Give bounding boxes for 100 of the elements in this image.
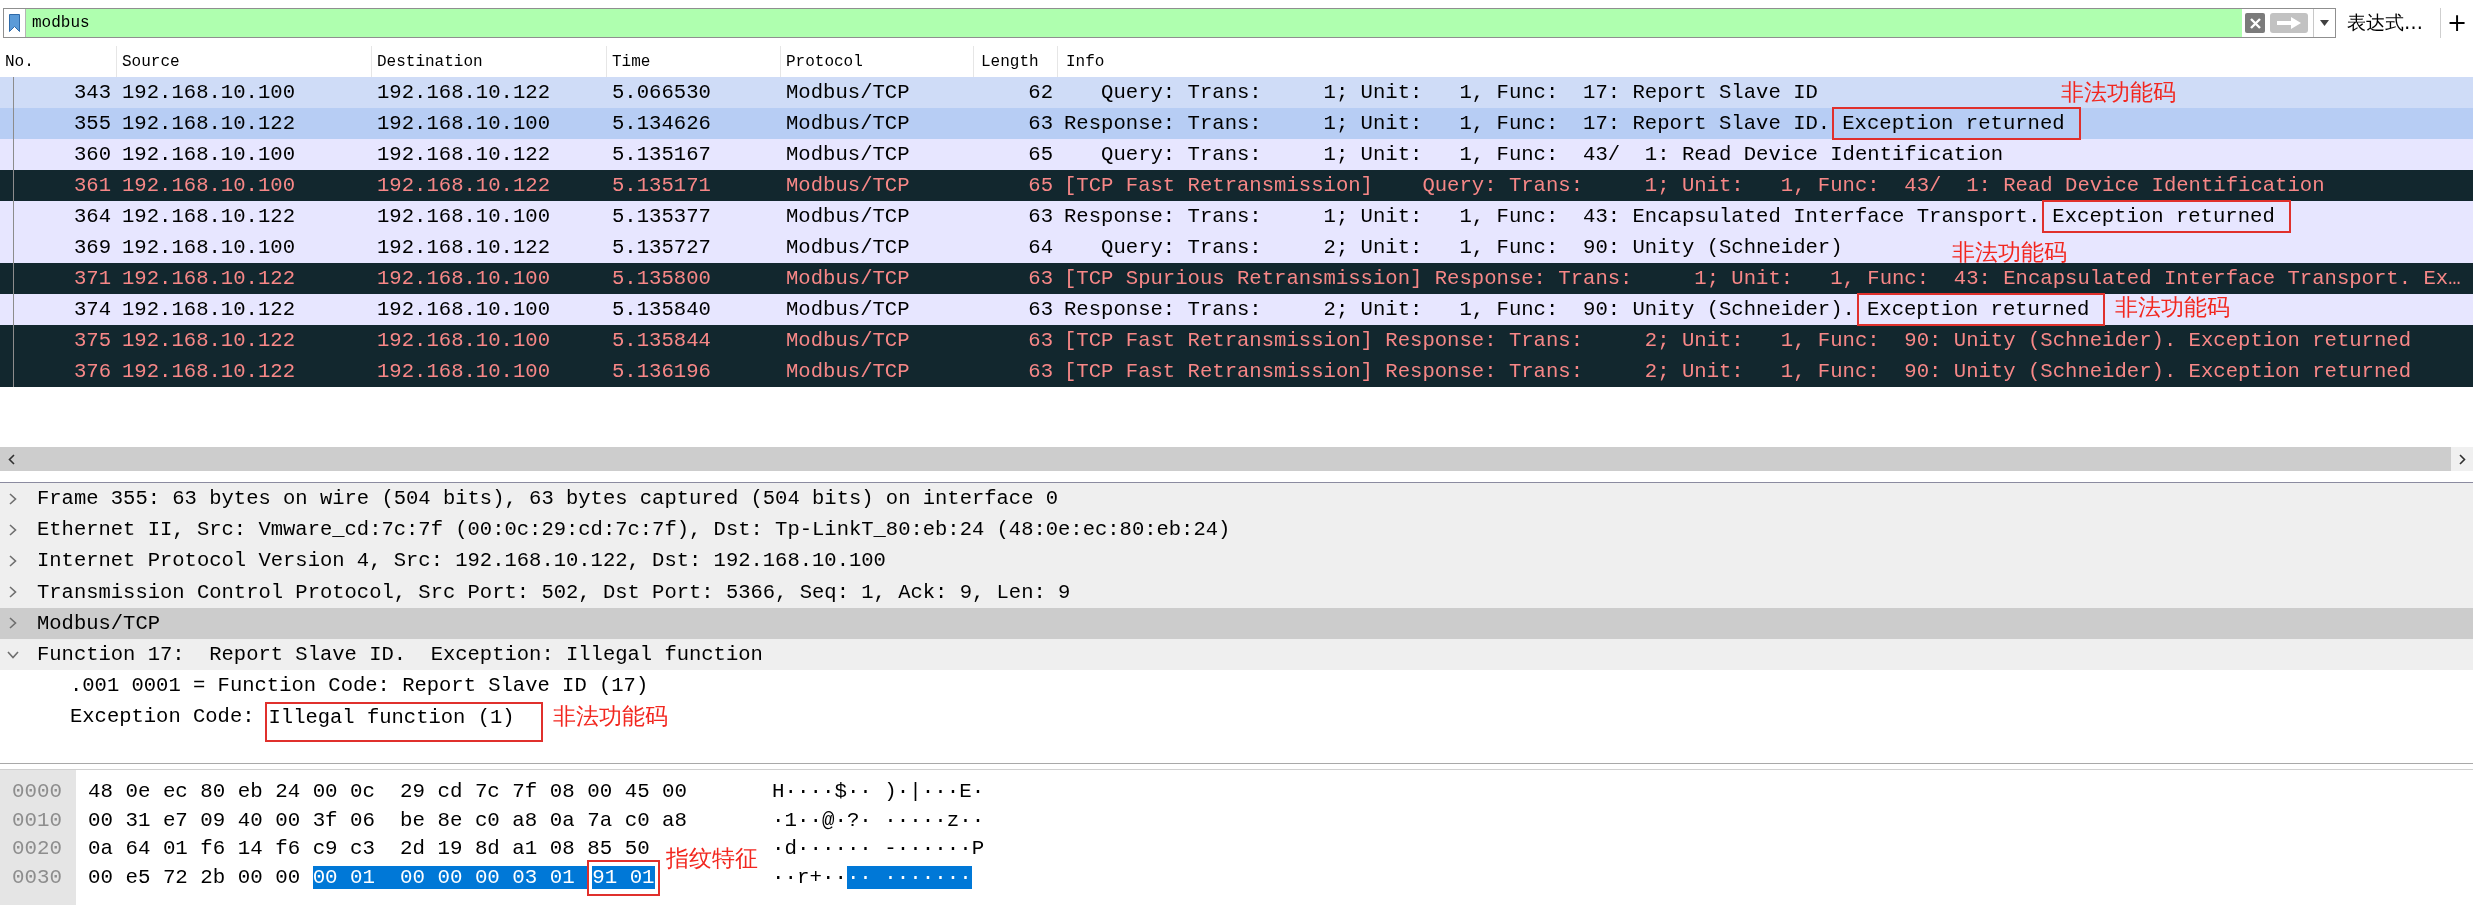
tree-item[interactable]: Exception Code:	[70, 705, 255, 729]
scroll-left-button[interactable]	[0, 447, 22, 471]
selected-hex-bytes[interactable]: 00 01 00 00 00 03 01	[312, 865, 588, 889]
timestamp: 5.135844	[611, 328, 712, 354]
source-address: 192.168.10.122	[121, 297, 297, 323]
tree-item[interactable]: Frame 355: 63 bytes on wire (504 bits), 63 bytes captured (504 bits) on interface 0	[0, 483, 2473, 515]
destination-address: 192.168.10.100	[376, 328, 552, 354]
add-filter-button[interactable]: +	[2447, 8, 2467, 38]
column-header[interactable]: Info	[1058, 46, 2473, 77]
packet-length: 63	[1027, 297, 1054, 323]
field-value: Illegal function (1)	[268, 706, 515, 730]
timestamp: 5.135800	[611, 266, 712, 292]
tree-item[interactable]: Ethernet II, Src: Vmware_cd:7c:7f (00:0c:29:cd:7c:7f), Dst: Tp-LinkT_80:eb:24 (48:0e:ec:80:eb:24)	[0, 514, 2473, 546]
ascii-text[interactable]: ··r+··	[772, 865, 847, 889]
pane-splitter[interactable]	[0, 763, 2473, 770]
packet-length: 63	[1027, 204, 1054, 230]
protocol-name: Modbus/TCP	[785, 297, 911, 323]
marked-info-text: Exception returned	[2052, 205, 2275, 228]
protocol-name: Modbus/TCP	[785, 80, 911, 106]
timestamp: 5.066530	[611, 80, 712, 106]
timestamp: 5.134626	[611, 111, 712, 137]
source-address: 192.168.10.122	[121, 204, 297, 230]
destination-address: 192.168.10.122	[376, 80, 552, 106]
source-address: 192.168.10.100	[121, 235, 297, 261]
tree-item[interactable]: Function 17: Report Slave ID. Exception: Illegal function	[0, 638, 2473, 671]
chevron-left-icon	[7, 453, 15, 465]
source-address: 192.168.10.122	[121, 359, 297, 385]
destination-address: 192.168.10.122	[376, 235, 552, 261]
hex-bytes[interactable]: 0a 64 01 f6 14 f6 c9 c3 2d 19 8d a1 08 85 50	[88, 837, 650, 860]
packet-row[interactable]: 360 192.168.10.100 192.168.10.122 5.135167 Modbus/TCP 65 Query: Trans: 1; Unit: 1, Func: 43/ 1: Read Device Identification	[0, 139, 2473, 170]
apply-button[interactable]	[2270, 13, 2308, 33]
destination-address: 192.168.10.122	[376, 142, 552, 168]
timestamp: 5.135727	[611, 235, 712, 261]
packet-row[interactable]: 375 192.168.10.122 192.168.10.100 5.135844 Modbus/TCP 63 [TCP Fast Retransmission] Response: Trans: 2; Unit: 1, Func: 90: Unity (Schneider). Exception returned	[0, 325, 2473, 356]
annotation-note: 非法功能码	[553, 704, 668, 729]
protocol-name: Modbus/TCP	[785, 142, 911, 168]
arrow-right-icon	[2277, 17, 2301, 29]
close-icon	[2249, 17, 2261, 29]
hex-bytes[interactable]: 48 0e ec 80 eb 24 00 0c 29 cd 7c 7f 08 00 45 00	[88, 780, 688, 803]
ascii-text[interactable]: H····$·· )·|···E·	[772, 780, 985, 803]
protocol-name: Modbus/TCP	[785, 266, 911, 292]
display-filter-field[interactable]: modbus	[26, 9, 2242, 37]
source-address: 192.168.10.100	[121, 173, 297, 199]
byte-offset: 0000	[11, 779, 63, 805]
annotation-note: 非法功能码	[2115, 295, 2230, 320]
selected-ascii-text[interactable]: ·· ·······	[846, 865, 972, 889]
chevron-right-icon	[2458, 453, 2466, 465]
protocol-name: Modbus/TCP	[785, 359, 911, 385]
packet-length: 65	[1027, 142, 1054, 168]
selected-hex-bytes[interactable]: 91 01	[592, 865, 655, 889]
tree-item[interactable]: Internet Protocol Version 4, Src: 192.168.10.122, Dst: 192.168.10.100	[0, 545, 2473, 577]
destination-address: 192.168.10.100	[376, 297, 552, 323]
protocol-name: Modbus/TCP	[785, 235, 911, 261]
destination-address: 192.168.10.100	[376, 204, 552, 230]
packet-row[interactable]: 371 192.168.10.122 192.168.10.100 5.135800 Modbus/TCP 63 [TCP Spurious Retransmission] Response: Trans: 1; Unit: 1, Func: 43: Encapsulated Interface Transport. Ex…	[0, 263, 2473, 294]
timestamp: 5.135377	[611, 204, 712, 230]
marked-info-text: Exception returned	[1866, 298, 2090, 321]
ascii-text[interactable]: ·d······ -······P	[772, 837, 985, 860]
packet-row[interactable]: 361 192.168.10.100 192.168.10.122 5.135171 Modbus/TCP 65 [TCP Fast Retransmission] Query: Trans: 1; Unit: 1, Func: 43/ 1: Read Device Identification	[0, 170, 2473, 201]
hex-bytes[interactable]: 00 31 e7 09 40 00 3f 06 be 8e c0 a8 0a 7a c0 a8	[88, 808, 688, 832]
protocol-name: Modbus/TCP	[785, 204, 911, 230]
protocol-name: Modbus/TCP	[785, 111, 911, 137]
annotation-note: 指纹特征	[666, 846, 758, 871]
packet-length: 63	[1027, 266, 1054, 292]
source-address: 192.168.10.100	[121, 142, 297, 168]
bookmark-icon	[9, 14, 20, 32]
packet-length: 62	[1027, 80, 1054, 106]
packet-info: [TCP Spurious Retransmission] Response: Trans: 1; Unit: 1, Func: 43: Encapsulated Interface Transport. Ex…	[1064, 267, 2461, 290]
tree-item[interactable]: Transmission Control Protocol, Src Port: 502, Dst Port: 5366, Seq: 1, Ack: 9, Len: 9	[0, 576, 2473, 608]
timestamp: 5.136196	[611, 359, 712, 385]
source-address: 192.168.10.122	[121, 266, 297, 292]
packet-info: Response: Trans: 2; Unit: 1, Func: 90: Unity (Schneider).	[1064, 298, 1855, 321]
protocol-name: Modbus/TCP	[785, 328, 911, 354]
byte-offset: 0010	[11, 807, 63, 834]
packet-row[interactable]: 355 192.168.10.122 192.168.10.100 5.134626 Modbus/TCP 63 Response: Trans: 1; Unit: 1, Func: 17: Report Slave ID. Exception returned	[0, 108, 2473, 139]
packet-length: 63	[1027, 111, 1054, 137]
annotation-note: 非法功能码	[2061, 80, 2176, 105]
byte-offset: 0030	[11, 864, 63, 891]
caret-down-icon	[2320, 20, 2329, 26]
destination-address: 192.168.10.100	[376, 111, 552, 137]
ascii-text[interactable]: ·1··@·?· ·····z··	[772, 808, 985, 832]
source-address: 192.168.10.100	[121, 80, 297, 106]
packet-info: [TCP Fast Retransmission] Response: Trans: 2; Unit: 1, Func: 90: Unity (Schneider). Exception returned	[1064, 329, 2412, 352]
clear-button[interactable]	[2245, 13, 2265, 33]
destination-address: 192.168.10.100	[376, 266, 552, 292]
expression-button[interactable]: 表达式…	[2344, 8, 2426, 38]
timestamp: 5.135840	[611, 297, 712, 323]
timestamp: 5.135171	[611, 173, 712, 199]
packet-row[interactable]: 376 192.168.10.122 192.168.10.100 5.136196 Modbus/TCP 63 [TCP Fast Retransmission] Response: Trans: 2; Unit: 1, Func: 90: Unity (Schneider). Exception returned	[0, 356, 2473, 387]
packet-length: 64	[1027, 235, 1054, 261]
annotation-note: 非法功能码	[1952, 240, 2067, 265]
destination-address: 192.168.10.122	[376, 173, 552, 199]
packet-length: 63	[1027, 328, 1054, 354]
source-address: 192.168.10.122	[121, 111, 297, 137]
source-address: 192.168.10.122	[121, 328, 297, 354]
packet-length: 63	[1027, 359, 1054, 385]
tree-item[interactable]: .001 0001 = Function Code: Report Slave ID (17)	[70, 674, 649, 698]
tree-item[interactable]: Modbus/TCP	[0, 607, 2473, 639]
packet-row[interactable]: 364 192.168.10.122 192.168.10.100 5.135377 Modbus/TCP 63 Response: Trans: 1; Unit: 1, Func: 43: Encapsulated Interface Transport. Exception returned	[0, 201, 2473, 232]
hex-bytes[interactable]: 00 e5 72 2b 00 00	[88, 865, 301, 889]
